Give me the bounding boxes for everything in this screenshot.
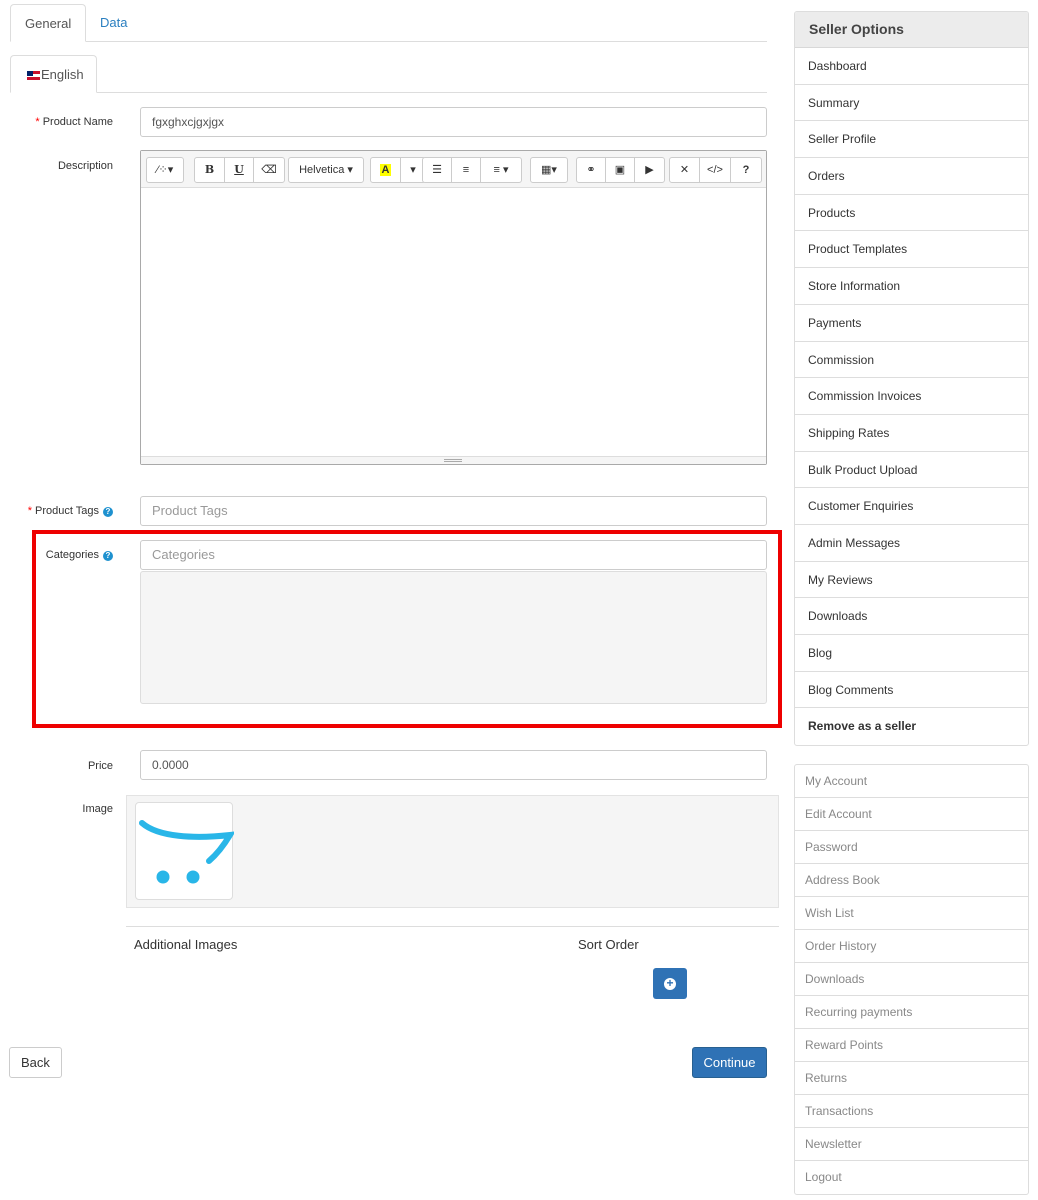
- back-button[interactable]: Back: [9, 1047, 62, 1078]
- resize-grip-icon: [444, 459, 462, 462]
- seller-item-admin-messages[interactable]: Admin Messages: [795, 525, 1028, 562]
- required-marker: *: [27, 505, 32, 517]
- image-label: Image: [82, 803, 113, 815]
- video-icon[interactable]: ▶: [635, 158, 664, 182]
- seller-item-payments[interactable]: Payments: [795, 305, 1028, 342]
- seller-item-remove-as-seller[interactable]: Remove as a seller: [795, 708, 1028, 745]
- product-name-label: * Product Name: [35, 116, 113, 128]
- account-item-password[interactable]: Password: [795, 831, 1028, 864]
- seller-item-orders[interactable]: Orders: [795, 158, 1028, 195]
- account-item-downloads[interactable]: Downloads: [795, 963, 1028, 996]
- seller-item-summary[interactable]: Summary: [795, 85, 1028, 122]
- seller-item-product-templates[interactable]: Product Templates: [795, 231, 1028, 269]
- account-item-my-account[interactable]: My Account: [795, 765, 1028, 798]
- product-form: General Data English * Product Name fgxgh…: [0, 0, 782, 1200]
- fullscreen-icon[interactable]: ✕: [670, 158, 700, 182]
- form-tabs: General Data: [10, 4, 767, 42]
- tab-data[interactable]: Data: [86, 4, 141, 42]
- seller-options-title: Seller Options: [795, 12, 1028, 48]
- seller-options-panel: Seller Options Dashboard Summary Seller …: [794, 11, 1029, 747]
- tab-language-english[interactable]: English: [10, 55, 97, 93]
- view-group: ✕ </> ?: [669, 157, 762, 183]
- seller-item-customer-enquiries[interactable]: Customer Enquiries: [795, 488, 1028, 525]
- picture-icon[interactable]: ▣: [606, 158, 635, 182]
- seller-item-blog[interactable]: Blog: [795, 635, 1028, 672]
- account-item-wish-list[interactable]: Wish List: [795, 897, 1028, 930]
- price-input[interactable]: 0.0000: [140, 750, 767, 780]
- additional-images-header: Additional Images: [134, 937, 238, 952]
- color-group: A ▾: [370, 157, 426, 183]
- align-dropdown-icon[interactable]: ≡ ▾: [481, 158, 521, 182]
- account-item-reward-points[interactable]: Reward Points: [795, 1029, 1028, 1062]
- sort-order-header: Sort Order: [578, 937, 639, 952]
- account-item-transactions[interactable]: Transactions: [795, 1095, 1028, 1128]
- editor-toolbar: ⁄⁘▾ B U ⌫ Helvetica ▾ A ▾ ☰ ≡ ≡ ▾ ▦▾ ⚭ ▣…: [141, 151, 766, 188]
- product-tags-input[interactable]: Product Tags: [140, 496, 767, 526]
- seller-item-commission[interactable]: Commission: [795, 342, 1028, 379]
- account-item-edit-account[interactable]: Edit Account: [795, 798, 1028, 831]
- unordered-list-icon[interactable]: ☰: [423, 158, 452, 182]
- additional-images-table: Additional Images Sort Order: [126, 926, 779, 952]
- description-label: Description: [57, 160, 113, 172]
- required-marker: *: [35, 116, 40, 128]
- link-icon[interactable]: ⚭: [577, 158, 606, 182]
- style-group: ⁄⁘▾: [146, 157, 184, 183]
- image-well: [126, 795, 779, 908]
- code-view-icon[interactable]: </>: [700, 158, 731, 182]
- seller-item-bulk-product-upload[interactable]: Bulk Product Upload: [795, 452, 1028, 489]
- table-group: ▦▾: [530, 157, 568, 183]
- insert-group: ⚭ ▣ ▶: [576, 157, 665, 183]
- account-item-recurring-payments[interactable]: Recurring payments: [795, 996, 1028, 1029]
- price-label: Price: [87, 760, 113, 772]
- account-item-order-history[interactable]: Order History: [795, 930, 1028, 963]
- seller-item-products[interactable]: Products: [795, 195, 1028, 232]
- account-item-returns[interactable]: Returns: [795, 1062, 1028, 1095]
- continue-button[interactable]: Continue: [692, 1047, 767, 1078]
- bold-button[interactable]: B: [195, 158, 225, 182]
- description-editor: ⁄⁘▾ B U ⌫ Helvetica ▾ A ▾ ☰ ≡ ≡ ▾ ▦▾ ⚭ ▣…: [140, 150, 767, 465]
- seller-options-list: Dashboard Summary Seller Profile Orders …: [795, 48, 1028, 745]
- table-icon[interactable]: ▦▾: [531, 158, 567, 182]
- seller-item-commission-invoices[interactable]: Commission Invoices: [795, 378, 1028, 415]
- product-image-thumbnail[interactable]: [135, 802, 236, 900]
- language-label: English: [41, 67, 84, 82]
- seller-item-downloads[interactable]: Downloads: [795, 598, 1028, 635]
- editor-resize-handle[interactable]: [141, 456, 766, 464]
- account-item-address-book[interactable]: Address Book: [795, 864, 1028, 897]
- add-image-button[interactable]: [653, 968, 687, 999]
- font-style-group: B U ⌫: [194, 157, 285, 183]
- seller-item-store-information[interactable]: Store Information: [795, 268, 1028, 305]
- seller-item-blog-comments[interactable]: Blog Comments: [795, 672, 1028, 709]
- account-menu: My Account Edit Account Password Address…: [794, 764, 1029, 1195]
- ordered-list-icon[interactable]: ≡: [452, 158, 481, 182]
- help-icon[interactable]: ?: [103, 507, 113, 517]
- seller-item-my-reviews[interactable]: My Reviews: [795, 562, 1028, 599]
- paragraph-group: ☰ ≡ ≡ ▾: [422, 157, 522, 183]
- description-textarea[interactable]: [141, 188, 766, 457]
- help-icon[interactable]: ?: [731, 158, 761, 182]
- tab-general[interactable]: General: [10, 4, 87, 42]
- seller-item-shipping-rates[interactable]: Shipping Rates: [795, 415, 1028, 452]
- seller-item-seller-profile[interactable]: Seller Profile: [795, 121, 1028, 159]
- account-item-newsletter[interactable]: Newsletter: [795, 1128, 1028, 1161]
- text-color-button[interactable]: A: [371, 158, 401, 182]
- magic-style-icon[interactable]: ⁄⁘▾: [147, 158, 183, 182]
- font-family-dropdown[interactable]: Helvetica ▾: [289, 158, 363, 182]
- account-item-logout[interactable]: Logout: [795, 1161, 1028, 1194]
- font-family-group: Helvetica ▾: [288, 157, 364, 183]
- uk-flag-icon: [27, 71, 40, 80]
- underline-button[interactable]: U: [225, 158, 254, 182]
- eraser-icon[interactable]: ⌫: [254, 158, 284, 182]
- opencart-logo-icon: [139, 820, 236, 884]
- annotation-highlight-box: [32, 530, 782, 728]
- seller-item-dashboard[interactable]: Dashboard: [795, 48, 1028, 85]
- product-tags-label: * Product Tags?: [0, 505, 113, 517]
- language-tabs: English: [10, 55, 767, 93]
- product-name-input[interactable]: fgxghxcjgxjgx: [140, 107, 767, 137]
